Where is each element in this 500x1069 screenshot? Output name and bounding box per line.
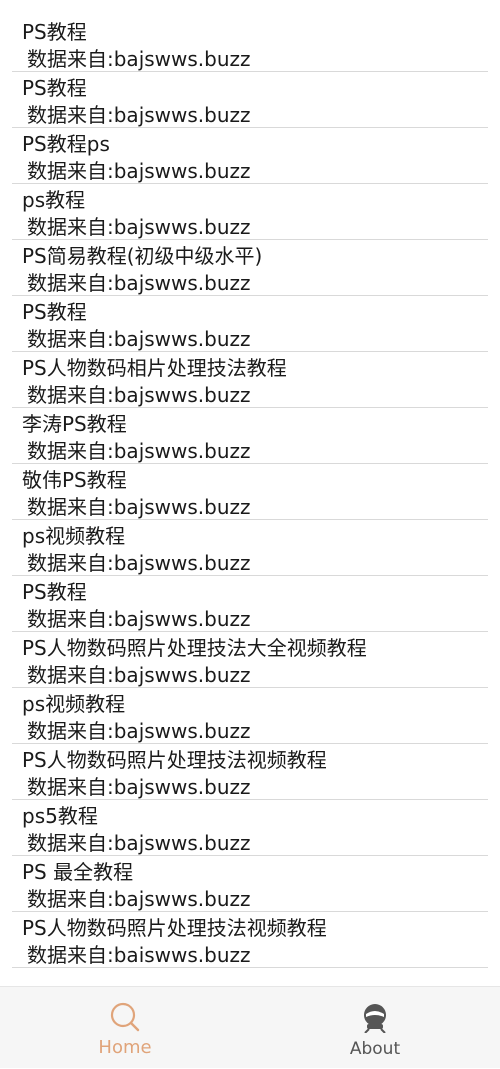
list-item-source: 数据来自:bajswws.buzz [27,831,251,855]
list-item-title: 敬伟PS教程 [22,468,127,492]
list-item-title: ps视频教程 [22,524,126,548]
results-list: PS教程 数据来自:bajswws.buzz PS教程 数据来自:bajswws.bu… [0,16,500,968]
list-item[interactable]: PS人物数码照片处理技法大全视频教程数据来自:bajswws.buzz [12,632,488,688]
bottom-tab-bar: Home About [0,986,500,1068]
list-item-source: 数据来自:bajswws.buzz [27,495,251,519]
list-item[interactable]: PS 最全教程数据来自:bajswws.buzz [12,856,488,912]
list-item-title: ps5教程 [22,804,98,828]
list-item[interactable]: PS简易教程(初级中级水平) 数据来自:bajswws.buzz [12,240,488,296]
list-item[interactable]: ps教程数据来自:bajswws.buzz [12,184,488,240]
list-item[interactable]: PS人物数码相片处理技法教程数据来自:bajswws.buzz [12,352,488,408]
list-item[interactable]: ps视频教程数据来自:bajswws.buzz [12,688,488,744]
list-item[interactable]: 李涛PS教程数据来自:bajswws.buzz [12,408,488,464]
list-item[interactable]: 敬伟PS教程数据来自:bajswws.buzz [12,464,488,520]
list-item[interactable]: ps视频教程数据来自:bajswws.buzz [12,520,488,576]
list-item[interactable]: PS教程数据来自:bajswws.buzz [12,296,488,352]
list-item[interactable]: PS教程数据来自:bajswws.buzz [12,16,488,72]
list-item-title: PS人物数码照片处理技法大全视频教程 [22,636,367,660]
list-item-title: PS教程 [22,20,87,44]
list-item[interactable]: PS人物数码照片处理技法视频教程数据来自:baiswws.buzz [12,912,488,968]
list-item-source: 数据来自:bajswws.buzz [27,663,251,687]
list-item[interactable]: PS教程数据来自:bajswws.buzz [12,72,488,128]
list-item[interactable]: PS教程数据来自:bajswws.buzz [12,576,488,632]
list-item-title: PS教程ps [22,132,110,156]
list-item-source: 数据来自:bajswws.buzz [27,551,251,575]
tab-about[interactable]: About [250,987,500,1069]
list-item[interactable]: PS教程ps 数据来自:bajswws.buzz [12,128,488,184]
list-item-title: PS教程 [22,76,87,100]
search-icon [109,1001,141,1037]
list-item-title: PS教程 [22,580,87,604]
tab-about-label: About [349,1039,401,1059]
list-item-source: 数据来自:bajswws.buzz [27,775,251,799]
list-item-source: 数据来自:bajswws.buzz [27,47,251,71]
list-item-source: 数据来自:bajswws.buzz [27,271,251,295]
list-item-source: 数据来自:bajswws.buzz [27,159,251,183]
list-item-title: PS简易教程(初级中级水平) [22,244,263,268]
list-item-source: 数据来自:bajswws.buzz [27,607,251,631]
list-item-source: 数据来自:bajswws.buzz [27,887,251,911]
list-item-title: ps教程 [22,188,86,212]
list-item-source: 数据来自:bajswws.buzz [27,215,251,239]
list-item-title: PS人物数码相片处理技法教程 [22,356,287,380]
list-item-title: ps视频教程 [22,692,126,716]
list-item[interactable]: PS人物数码照片处理技法视频教程数据来自:bajswws.buzz [12,744,488,800]
list-item-title: PS人物数码照片处理技法视频教程 [22,916,327,940]
list-item-source: 数据来自:bajswws.buzz [27,719,251,743]
list-item[interactable]: ps5教程数据来自:bajswws.buzz [12,800,488,856]
list-item-source: 数据来自:bajswws.buzz [27,327,251,351]
tab-home-label: Home [98,1037,152,1058]
list-item-source: 数据来自:bajswws.buzz [27,439,251,463]
list-item-title: PS人物数码照片处理技法视频教程 [22,748,327,772]
list-item-source: 数据来自:bajswws.buzz [27,103,251,127]
list-item-title: PS 最全教程 [22,860,134,884]
list-item-source: 数据来自:baiswws.buzz [27,943,251,967]
robot-icon [361,1003,389,1037]
list-item-title: 李涛PS教程 [22,412,127,436]
tab-home[interactable]: Home [0,987,250,1069]
list-item-source: 数据来自:bajswws.buzz [27,383,251,407]
list-item-title: PS教程 [22,300,87,324]
